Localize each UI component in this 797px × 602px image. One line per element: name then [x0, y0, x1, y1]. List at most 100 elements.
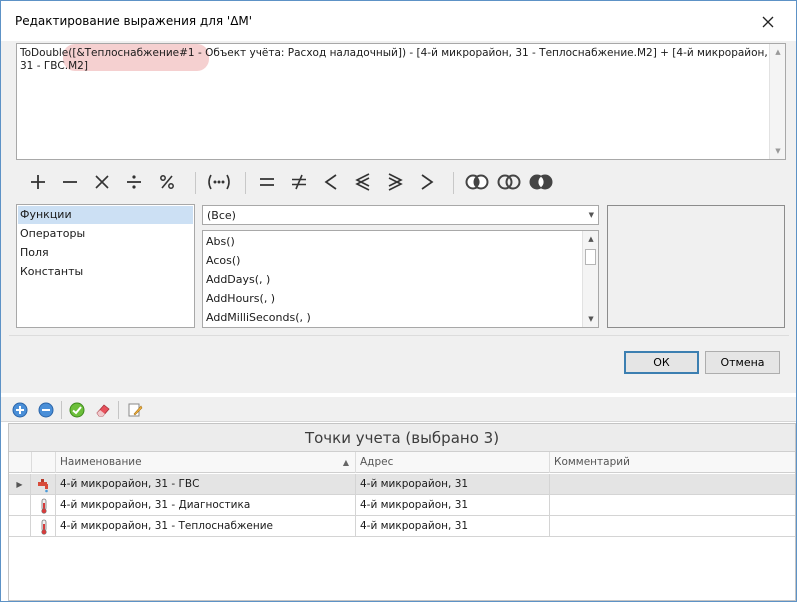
multiply-operator[interactable] [91, 167, 113, 197]
and-operator[interactable] [463, 167, 491, 197]
dialog-divider [9, 335, 789, 336]
or-operator[interactable] [495, 167, 523, 197]
table-row[interactable]: 4-й микрорайон, 31 - Диагностика 4-й мик… [9, 495, 795, 516]
remove-icon [38, 402, 54, 418]
cell-name: 4-й микрорайон, 31 - Диагностика [56, 495, 356, 516]
dialog-title: Редактирование выражения для 'ΔM' [15, 14, 253, 28]
table-row[interactable]: 4-й микрорайон, 31 - Теплоснабжение 4-й … [9, 516, 795, 537]
expression-editor-dialog: Редактирование выражения для 'ΔM' ToDoub… [1, 1, 796, 393]
not-icon [529, 174, 553, 190]
grid-title: Точки учета (выбрано 3) [9, 424, 795, 452]
row-indicator [9, 495, 31, 516]
close-icon [762, 16, 774, 28]
table-row[interactable]: ▶ 4-й микрорайон, 31 - ГВС 4-й микрорайо… [9, 474, 795, 495]
minus-operator[interactable] [59, 167, 81, 197]
operator-separator [453, 172, 454, 194]
row-indicator [9, 516, 31, 537]
header-indicator-cell [9, 452, 32, 473]
scroll-up-icon[interactable]: ▲ [583, 231, 598, 247]
cell-address: 4-й микрорайон, 31 [356, 495, 550, 516]
greater-operator[interactable] [416, 167, 438, 197]
list-item[interactable]: Acos() [206, 252, 240, 270]
category-item-fields[interactable]: Поля [18, 244, 193, 262]
remove-button[interactable] [37, 401, 55, 419]
faucet-icon [32, 474, 56, 495]
edit-button[interactable] [126, 401, 144, 419]
list-item[interactable]: Abs() [206, 233, 235, 251]
equal-operator[interactable] [256, 167, 278, 197]
function-filter-select[interactable]: (Все) ▼ [202, 205, 599, 225]
multiply-icon [95, 175, 109, 189]
toolbar-separator [118, 401, 119, 419]
close-button[interactable] [756, 11, 780, 33]
less-equal-icon [355, 173, 370, 191]
thermometer-icon [32, 516, 56, 537]
cell-comment [550, 474, 795, 495]
operator-separator [195, 172, 196, 194]
expression-editor[interactable]: ToDouble([&Теплоснабжение#1 - Объект учё… [16, 43, 786, 160]
category-item-operators[interactable]: Операторы [18, 225, 193, 243]
list-item[interactable]: AddHours(, ) [206, 290, 275, 308]
greater-equal-operator[interactable] [384, 167, 406, 197]
greater-icon [421, 174, 434, 190]
expression-text[interactable]: ToDouble([&Теплоснабжение#1 - Объект учё… [20, 47, 768, 73]
not-equal-icon [292, 174, 306, 190]
category-item-functions[interactable]: Функции [18, 206, 193, 224]
less-equal-operator[interactable] [352, 167, 374, 197]
sort-ascending-icon: ▲ [342, 458, 349, 467]
scroll-up-icon[interactable]: ▲ [770, 44, 786, 60]
plus-operator[interactable] [27, 167, 49, 197]
operator-toolbar [23, 167, 783, 197]
category-item-constants[interactable]: Константы [18, 263, 193, 281]
eraser-icon [96, 404, 110, 417]
description-panel [607, 205, 785, 328]
cancel-button[interactable]: Отмена [705, 351, 780, 374]
column-header-name-label: Наименование [60, 456, 142, 468]
cell-comment [550, 495, 795, 516]
brackets-operator[interactable] [205, 167, 233, 197]
row-indicator: ▶ [9, 474, 31, 495]
function-filter-value: (Все) [207, 209, 236, 222]
edit-icon [128, 403, 143, 417]
category-list[interactable]: Функции Операторы Поля Константы [16, 204, 195, 328]
function-list[interactable]: Abs() Acos() AddDays(, ) AddHours(, ) Ad… [202, 230, 599, 328]
scroll-down-icon[interactable]: ▼ [770, 143, 786, 159]
percent-operator[interactable] [155, 167, 179, 197]
add-button[interactable] [11, 401, 29, 419]
eraser-button[interactable] [94, 401, 112, 419]
not-operator[interactable] [527, 167, 555, 197]
header-icon-cell [32, 452, 56, 473]
cell-comment [550, 516, 795, 537]
scroll-down-icon[interactable]: ▼ [583, 311, 598, 327]
grid-header: Наименование ▲ Адрес Комментарий [9, 452, 795, 473]
less-icon [324, 174, 337, 190]
column-header-address[interactable]: Адрес [356, 452, 550, 473]
expression-scrollbar[interactable]: ▲ ▼ [769, 44, 785, 159]
apply-button[interactable] [68, 401, 86, 419]
or-icon [497, 174, 521, 190]
and-icon [465, 174, 489, 190]
equal-icon [260, 178, 274, 186]
apply-icon [69, 402, 85, 418]
divide-operator[interactable] [123, 167, 145, 197]
chevron-down-icon: ▼ [588, 211, 594, 219]
not-equal-operator[interactable] [288, 167, 310, 197]
greater-equal-icon [388, 173, 403, 191]
divide-icon [127, 175, 141, 189]
less-operator[interactable] [320, 167, 342, 197]
scroll-thumb[interactable] [585, 249, 596, 265]
column-header-name[interactable]: Наименование ▲ [56, 452, 356, 473]
list-item[interactable]: AddDays(, ) [206, 271, 270, 289]
brackets-icon [208, 174, 230, 190]
thermometer-icon [32, 495, 56, 516]
plus-icon [31, 175, 45, 189]
list-item[interactable]: AddMilliSeconds(, ) [206, 309, 311, 327]
metering-points-grid: Точки учета (выбрано 3) Наименование ▲ А… [8, 423, 796, 601]
grid-toolbar [1, 397, 796, 422]
dialog-titlebar: Редактирование выражения для 'ΔM' [1, 1, 796, 41]
column-header-comment[interactable]: Комментарий [550, 452, 795, 473]
cell-address: 4-й микрорайон, 31 [356, 474, 550, 495]
ok-button[interactable]: ОК [624, 351, 699, 374]
add-icon [12, 402, 28, 418]
function-list-scrollbar[interactable]: ▲ ▼ [582, 231, 598, 327]
